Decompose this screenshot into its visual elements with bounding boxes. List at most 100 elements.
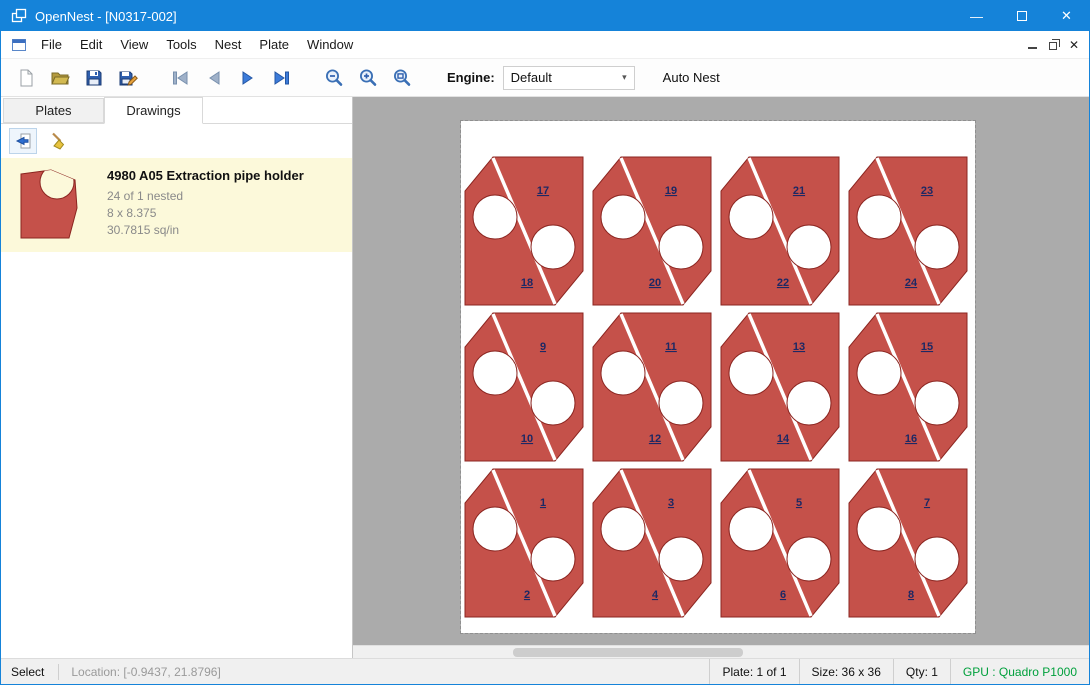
part-number[interactable]: 17 (537, 185, 549, 197)
nest-canvas[interactable]: 171819202122232491011121314151612345678 (353, 97, 1089, 658)
menu-tools[interactable]: Tools (157, 32, 205, 57)
clear-button[interactable] (45, 128, 73, 154)
part-number[interactable]: 22 (777, 277, 789, 289)
auto-nest-button[interactable]: Auto Nest (655, 65, 728, 90)
minimize-button[interactable]: — (954, 1, 999, 31)
pipe-hole (729, 351, 773, 395)
pipe-hole (787, 381, 831, 425)
tab-plates[interactable]: Plates (3, 98, 104, 123)
drawings-list[interactable]: 4980 A05 Extraction pipe holder 24 of 1 … (1, 158, 352, 658)
save-edit-icon (118, 68, 138, 88)
nest-pair[interactable]: 34 (593, 469, 711, 617)
sidebar: Plates Drawings (1, 97, 353, 658)
zoom-out-button[interactable] (317, 62, 351, 94)
menu-window[interactable]: Window (298, 32, 362, 57)
status-gpu: GPU : Quadro P1000 (950, 659, 1089, 684)
part-number[interactable]: 9 (540, 341, 546, 353)
open-button[interactable] (43, 62, 77, 94)
chevron-down-icon: ▾ (622, 72, 627, 83)
pipe-hole (915, 225, 959, 269)
part-number[interactable]: 19 (665, 185, 677, 197)
maximize-icon (1017, 11, 1027, 21)
save-as-button[interactable] (111, 62, 145, 94)
part-number[interactable]: 18 (521, 277, 533, 289)
next-plate-button[interactable] (231, 62, 265, 94)
nest-pair[interactable]: 21 22 (721, 157, 839, 305)
part-number[interactable]: 14 (777, 433, 790, 445)
part-number[interactable]: 11 (665, 341, 677, 353)
part-number[interactable]: 5 (796, 497, 802, 509)
horizontal-scrollbar-thumb[interactable] (513, 648, 743, 657)
engine-value: Default (511, 70, 552, 85)
page-arrow-left-icon (13, 131, 33, 151)
menu-plate[interactable]: Plate (250, 32, 298, 57)
pipe-hole (729, 507, 773, 551)
nest-pair[interactable]: 11 12 (593, 313, 711, 461)
next-arrow-icon (238, 68, 258, 88)
zoom-in-icon (358, 68, 378, 88)
part-number[interactable]: 4 (652, 589, 659, 601)
list-item-part[interactable]: 4980 A05 Extraction pipe holder 24 of 1 … (1, 158, 352, 252)
nest-pair[interactable]: 13 14 (721, 313, 839, 461)
nest-pair[interactable]: 12 (465, 469, 583, 617)
pipe-hole (601, 351, 645, 395)
maximize-button[interactable] (999, 1, 1044, 31)
close-button[interactable]: ✕ (1044, 1, 1089, 31)
nest-pair[interactable]: 78 (849, 469, 967, 617)
menu-view[interactable]: View (111, 32, 157, 57)
pipe-hole (915, 381, 959, 425)
minimize-icon: — (970, 9, 983, 24)
nest-pair[interactable]: 1920 (593, 157, 711, 305)
nest-pair[interactable]: 56 (721, 469, 839, 617)
status-plate: Plate: 1 of 1 (709, 659, 798, 684)
mdi-close-icon[interactable]: ✕ (1069, 39, 1079, 51)
nest-pair[interactable]: 1516 (849, 313, 967, 461)
first-plate-button[interactable] (163, 62, 197, 94)
zoom-in-button[interactable] (351, 62, 385, 94)
status-size: Size: 36 x 36 (799, 659, 893, 684)
menu-edit[interactable]: Edit (71, 32, 111, 57)
part-number[interactable]: 1 (540, 497, 546, 509)
menu-file[interactable]: File (32, 32, 71, 57)
part-number[interactable]: 23 (921, 185, 933, 197)
nest-pair[interactable]: 1718 (465, 157, 583, 305)
zoom-out-icon (324, 68, 344, 88)
part-number[interactable]: 8 (908, 589, 914, 601)
new-button[interactable] (9, 62, 43, 94)
part-number[interactable]: 21 (793, 185, 805, 197)
engine-dropdown[interactable]: Default ▾ (503, 66, 635, 90)
pipe-hole (857, 507, 901, 551)
part-number[interactable]: 16 (905, 433, 917, 445)
part-number[interactable]: 12 (649, 433, 661, 445)
pipe-hole (659, 381, 703, 425)
part-number[interactable]: 2 (524, 589, 530, 601)
last-arrow-icon (272, 68, 292, 88)
mdi-minimize-icon[interactable] (1028, 41, 1037, 49)
tab-drawings[interactable]: Drawings (104, 97, 203, 124)
save-button[interactable] (77, 62, 111, 94)
part-number[interactable]: 7 (924, 497, 930, 509)
part-number[interactable]: 24 (905, 277, 918, 289)
part-number[interactable]: 13 (793, 341, 805, 353)
menu-nest[interactable]: Nest (206, 32, 251, 57)
pipe-hole (857, 351, 901, 395)
part-number[interactable]: 20 (649, 277, 661, 289)
pipe-hole (531, 225, 575, 269)
part-thumbnail (17, 168, 81, 242)
nest-pair[interactable]: 23 24 (849, 157, 967, 305)
send-to-plate-button[interactable] (9, 128, 37, 154)
part-number[interactable]: 6 (780, 589, 786, 601)
previous-plate-button[interactable] (197, 62, 231, 94)
pipe-hole (659, 225, 703, 269)
zoom-fit-button[interactable] (385, 62, 419, 94)
nest-pair[interactable]: 9 10 (465, 313, 583, 461)
horizontal-scrollbar[interactable] (353, 645, 1089, 658)
new-file-icon (16, 68, 36, 88)
part-number[interactable]: 15 (921, 341, 933, 353)
status-qty: Qty: 1 (893, 659, 950, 684)
plate[interactable]: 171819202122232491011121314151612345678 (461, 121, 975, 633)
part-number[interactable]: 3 (668, 497, 674, 509)
part-number[interactable]: 10 (521, 433, 533, 445)
mdi-restore-icon[interactable] (1049, 42, 1057, 50)
last-plate-button[interactable] (265, 62, 299, 94)
